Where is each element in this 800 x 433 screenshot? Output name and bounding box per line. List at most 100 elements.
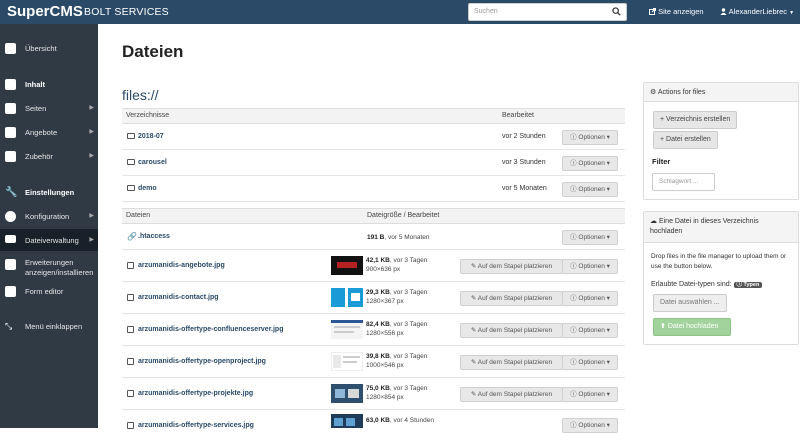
stack-button[interactable]: ✎ Auf dem Stapel platzieren — [460, 291, 563, 306]
file-row: arzumanidis-offertype-openproject.jpg 39… — [122, 346, 625, 378]
file-thumbnail[interactable] — [331, 352, 363, 371]
info-icon: ⓘ — [570, 327, 577, 334]
types-badge[interactable]: ⓘ Typen — [733, 282, 763, 288]
sidebar-item-offers[interactable]: Angebote ▶ — [0, 124, 98, 140]
cloud-upload-icon: ☁ — [650, 218, 657, 225]
link-icon: 🔗 — [127, 232, 137, 241]
sidebar-item-settings[interactable]: 🔧 Einstellungen — [0, 184, 98, 200]
image-icon — [127, 358, 134, 365]
options-dropdown-button[interactable]: ⓘ Optionen ▾ — [562, 182, 618, 197]
caret-down-icon: ▾ — [606, 134, 610, 141]
breadcrumb[interactable]: files:// — [122, 87, 159, 103]
user-icon — [720, 8, 727, 15]
upload-panel: ☁ Eine Datei in dieses Verzeichnis hochl… — [643, 211, 799, 345]
stack-button[interactable]: ✎ Auf dem Stapel platzieren — [460, 355, 563, 370]
sidebar: Übersicht Inhalt Seiten ▶ Angebote ▶ Zub… — [0, 24, 98, 428]
pages-icon — [5, 103, 16, 114]
paperclip-icon: ✎ — [470, 359, 477, 366]
file-thumbnail[interactable] — [331, 414, 363, 428]
choose-file-button[interactable]: Datei auswählen ... — [653, 294, 727, 312]
options-dropdown-button[interactable]: ⓘ Optionen ▾ — [562, 355, 618, 370]
file-thumbnail[interactable] — [331, 256, 363, 275]
file-name[interactable]: arzumanidis-contact.jpg — [138, 294, 219, 301]
search-input[interactable]: Suchen — [468, 3, 627, 21]
brand-logo[interactable]: SuperCMS — [7, 2, 83, 22]
caret-down-icon: ▾ — [606, 327, 610, 334]
options-label: Optionen — [578, 160, 605, 167]
file-name[interactable]: arzumanidis-offertype-confluenceserver.j… — [138, 326, 283, 333]
sidebar-item-configuration[interactable]: Konfiguration ▶ — [0, 208, 98, 224]
filter-label: Filter — [652, 157, 671, 166]
sidebar-item-label: Einstellungen — [25, 188, 75, 197]
directory-row: demo vor 5 Monaten ⓘ Optionen ▾ — [122, 176, 625, 202]
info-icon: ⓘ — [570, 160, 577, 167]
collapse-icon: ⤡ — [5, 321, 13, 331]
options-dropdown-button[interactable]: ⓘ Optionen ▾ — [562, 323, 618, 338]
filter-input[interactable]: Schlagwort ... — [652, 173, 715, 191]
directory-name[interactable]: carousel — [138, 159, 167, 166]
stack-button[interactable]: ✎ Auf dem Stapel platzieren — [460, 387, 563, 402]
column-header-size: Dateigröße / Bearbeitet — [367, 212, 440, 219]
directories-header-row: Verzeichnisse Bearbeitet — [122, 108, 625, 124]
file-dimensions: 1280×556 px — [366, 330, 404, 337]
sidebar-item-collapse-menu[interactable]: ⤡ Menü einklappen — [0, 318, 98, 334]
site-name[interactable]: BOLT SERVICES — [84, 5, 169, 19]
caret-right-icon: ▶ — [89, 213, 94, 219]
page-title: Dateien — [122, 42, 184, 61]
create-file-button[interactable]: + Datei erstellen — [653, 131, 718, 149]
file-name[interactable]: arzumanidis-angebote.jpg — [138, 262, 225, 269]
stack-label: Auf dem Stapel platzieren — [477, 263, 553, 270]
sidebar-item-accessories[interactable]: Zubehör ▶ — [0, 148, 98, 164]
file-edited: vor 4 Stunden — [393, 417, 434, 424]
file-dimensions: 1280×854 px — [366, 394, 404, 401]
options-dropdown-button[interactable]: ⓘ Optionen ▾ — [562, 418, 618, 433]
file-name[interactable]: .htaccess — [138, 233, 170, 240]
search-icon[interactable] — [612, 7, 621, 16]
create-directory-button[interactable]: + Verzeichnis erstellen — [653, 111, 738, 129]
info-icon: ⓘ — [570, 263, 577, 270]
gear-icon: ⚙ — [650, 89, 657, 96]
options-label: Optionen — [578, 359, 605, 366]
sidebar-item-label: Inhalt — [25, 80, 45, 89]
directory-name[interactable]: 2018-07 — [138, 133, 164, 140]
directory-name[interactable]: demo — [138, 185, 157, 192]
files-header-row: Dateien Dateigröße / Bearbeitet — [122, 208, 625, 224]
options-dropdown-button[interactable]: ⓘ Optionen ▾ — [562, 230, 618, 245]
file-name[interactable]: arzumanidis-offertype-openproject.jpg — [138, 358, 266, 365]
file-name[interactable]: arzumanidis-offertype-projekte.jpg — [138, 390, 253, 397]
file-size: 191 B — [367, 234, 385, 241]
user-menu[interactable]: AlexanderLiebrec ▼ — [720, 6, 794, 19]
accessories-icon — [5, 151, 16, 162]
sidebar-item-overview[interactable]: Übersicht — [0, 40, 98, 58]
upload-panel-header: ☁ Eine Datei in dieses Verzeichnis hochl… — [644, 212, 798, 243]
stack-button[interactable]: ✎ Auf dem Stapel platzieren — [460, 323, 563, 338]
sidebar-item-label: Seiten — [25, 104, 47, 113]
sidebar-item-file-management[interactable]: Dateiverwaltung ▶ — [0, 229, 98, 251]
file-thumbnail[interactable] — [331, 384, 363, 403]
user-name: AlexanderLiebrec — [728, 7, 788, 16]
sidebar-item-extensions[interactable]: Erweiterungen anzeigen/installieren — [0, 256, 98, 280]
stack-label: Auf dem Stapel platzieren — [477, 295, 553, 302]
file-thumbnail[interactable] — [331, 320, 363, 339]
options-dropdown-button[interactable]: ⓘ Optionen ▾ — [562, 387, 618, 402]
stack-button[interactable]: ✎ Auf dem Stapel platzieren — [460, 259, 563, 274]
upload-panel-title: Eine Datei in dieses Verzeichnis hochlad… — [650, 218, 759, 235]
view-site-link[interactable]: Site anzeigen — [649, 6, 704, 18]
options-dropdown-button[interactable]: ⓘ Optionen ▾ — [562, 259, 618, 274]
file-thumbnail[interactable] — [331, 288, 363, 307]
options-dropdown-button[interactable]: ⓘ Optionen ▾ — [562, 291, 618, 306]
upload-file-button[interactable]: ⬆ Datei hochladen — [653, 318, 731, 336]
sidebar-item-pages[interactable]: Seiten ▶ — [0, 100, 98, 116]
options-dropdown-button[interactable]: ⓘ Optionen ▾ — [562, 156, 618, 171]
sidebar-item-content[interactable]: Inhalt — [0, 76, 98, 92]
file-size: 29,3 KB — [366, 289, 390, 296]
options-dropdown-button[interactable]: ⓘ Optionen ▾ — [562, 130, 618, 145]
sidebar-item-form-editor[interactable]: Form editor — [0, 284, 98, 300]
wrench-icon: 🔧 — [5, 187, 18, 198]
column-header-directories: Verzeichnisse — [126, 112, 170, 119]
paperclip-icon: ✎ — [470, 263, 477, 270]
gear-icon — [5, 211, 16, 222]
chevron-down-icon: ▼ — [789, 10, 795, 16]
content-icon — [5, 79, 16, 90]
stack-label: Auf dem Stapel platzieren — [477, 359, 553, 366]
